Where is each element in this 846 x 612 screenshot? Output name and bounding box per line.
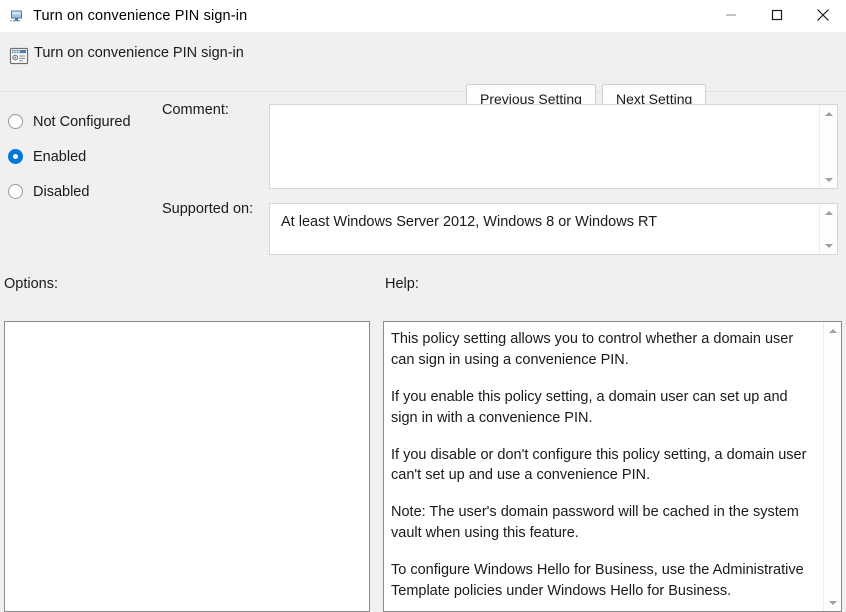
monitor-policy-icon [9, 8, 25, 24]
options-pane[interactable] [4, 321, 370, 612]
scroll-down-icon[interactable] [820, 171, 837, 188]
policy-state-radio-group: Not Configured Enabled Disabled [8, 104, 158, 209]
radio-label-enabled: Enabled [33, 149, 86, 165]
help-label: Help: [385, 276, 419, 292]
radio-not-configured[interactable]: Not Configured [8, 104, 158, 139]
policy-setting-icon [9, 46, 29, 66]
scroll-up-icon[interactable] [824, 322, 841, 339]
setting-title: Turn on convenience PIN sign-in [34, 45, 244, 61]
comment-textarea[interactable] [269, 104, 838, 189]
help-paragraph: Note: The user's domain password will be… [391, 502, 817, 544]
window-controls [708, 0, 846, 32]
radio-circle-filled-icon [8, 149, 23, 164]
close-icon [816, 8, 830, 25]
minimize-icon [725, 8, 737, 24]
scroll-up-icon[interactable] [820, 105, 837, 122]
setting-header: Turn on convenience PIN sign-in Previous… [0, 32, 846, 92]
help-paragraph: This policy setting allows you to contro… [391, 329, 817, 371]
title-bar: Turn on convenience PIN sign-in [0, 0, 846, 32]
scroll-down-icon[interactable] [824, 594, 841, 611]
supported-on-textarea[interactable]: At least Windows Server 2012, Windows 8 … [269, 203, 838, 255]
help-paragraph: To configure Windows Hello for Business,… [391, 560, 817, 602]
supported-on-value: At least Windows Server 2012, Windows 8 … [281, 213, 813, 233]
minimize-button[interactable] [708, 0, 754, 32]
help-text: This policy setting allows you to contro… [391, 329, 817, 602]
maximize-button[interactable] [754, 0, 800, 32]
options-label: Options: [4, 276, 58, 292]
radio-label-disabled: Disabled [33, 184, 89, 200]
radio-disabled[interactable]: Disabled [8, 174, 158, 209]
comment-scrollbar[interactable] [819, 105, 837, 188]
help-scrollbar[interactable] [823, 322, 841, 611]
supported-on-scrollbar[interactable] [819, 204, 837, 254]
close-button[interactable] [800, 0, 846, 32]
help-paragraph: If you disable or don't configure this p… [391, 445, 817, 487]
comment-label: Comment: [162, 102, 229, 118]
maximize-icon [771, 8, 783, 24]
scroll-down-icon[interactable] [820, 237, 837, 254]
supported-on-label: Supported on: [162, 201, 253, 217]
help-pane: This policy setting allows you to contro… [383, 321, 842, 612]
window-title: Turn on convenience PIN sign-in [33, 8, 247, 24]
scroll-up-icon[interactable] [820, 204, 837, 221]
radio-circle-icon [8, 184, 23, 199]
radio-enabled[interactable]: Enabled [8, 139, 158, 174]
radio-circle-icon [8, 114, 23, 129]
radio-label-not-configured: Not Configured [33, 114, 131, 130]
help-paragraph: If you enable this policy setting, a dom… [391, 387, 817, 429]
